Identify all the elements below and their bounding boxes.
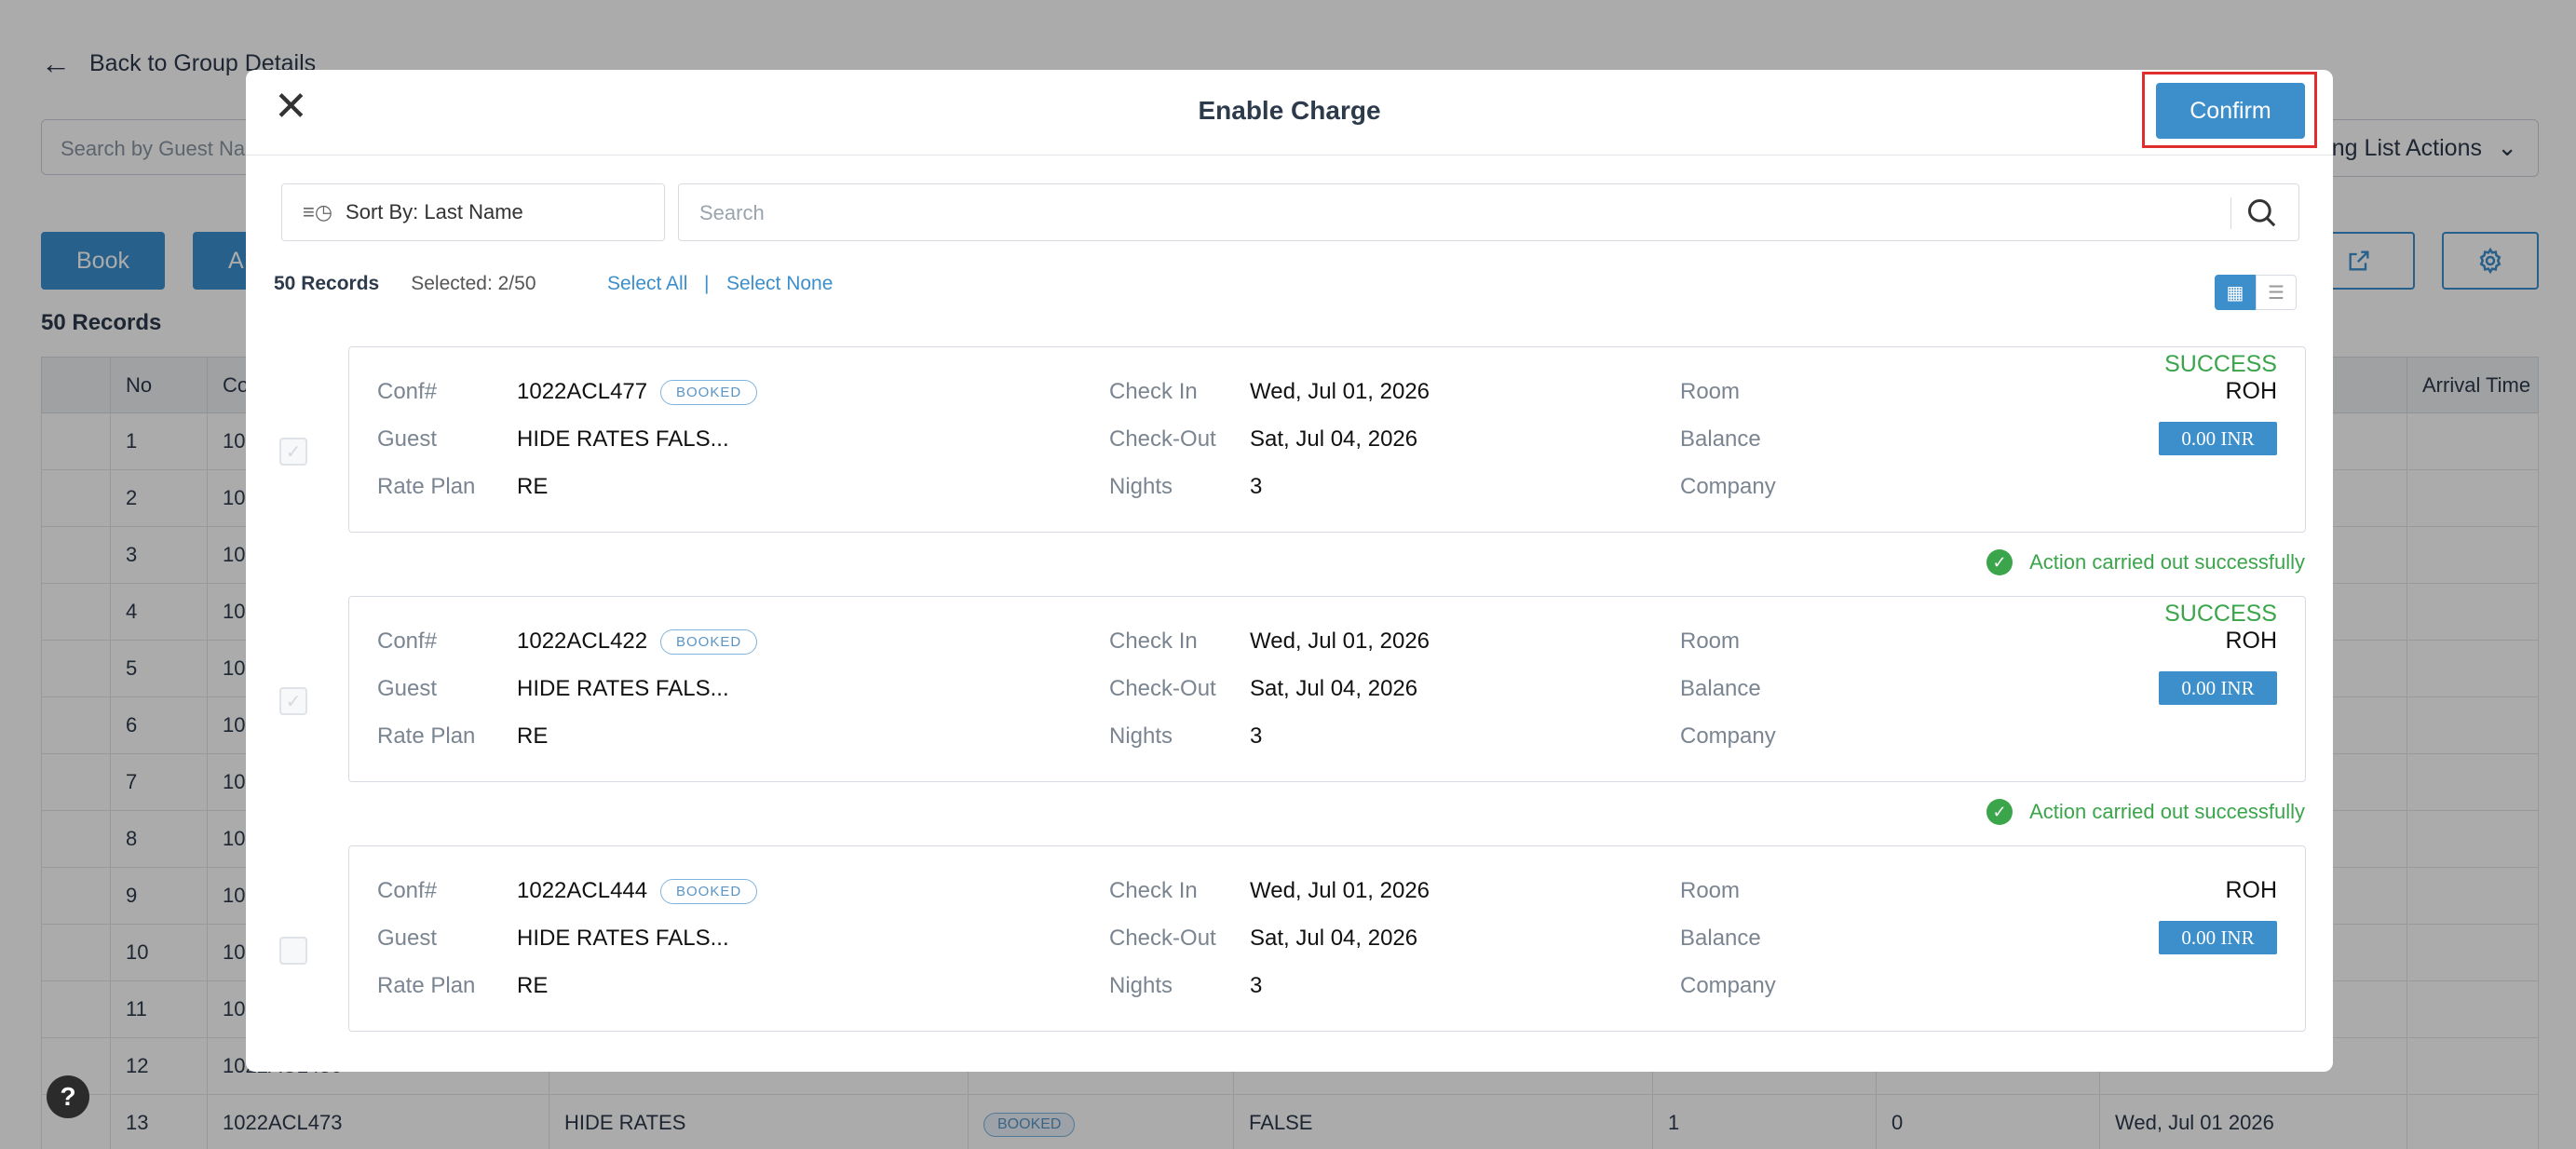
modal-header: ✕ Enable Charge Confirm [246,70,2333,155]
search-divider [2230,197,2231,229]
success-message-text: Action carried out successfully [2029,800,2305,823]
check-in-date: Wed, Jul 01, 2026 [1250,629,1430,654]
nights-label: Nights [1109,474,1173,499]
balance-badge: 0.00 INR [2159,671,2277,705]
company-label: Company [1680,723,1776,749]
guest-label: Guest [377,926,438,951]
company-label: Company [1680,973,1776,998]
record-card[interactable]: Conf# Guest Rate Plan 1022ACL422 BOOKED HIDE … [348,596,2306,782]
search-input[interactable]: Search [678,183,2299,241]
check-in-date: Wed, Jul 01, 2026 [1250,878,1430,903]
view-toggle: ▦ ☰ [2215,275,2297,310]
record-checkbox[interactable] [279,937,307,965]
rate-plan-value: RE [517,723,549,749]
search-placeholder: Search [699,201,765,224]
check-out-date: Sat, Jul 04, 2026 [1250,926,1418,951]
select-none-link[interactable]: Select None [726,273,833,295]
guest-label: Guest [377,426,438,452]
rate-plan-value: RE [517,973,549,998]
record-card[interactable]: Conf# Guest Rate Plan 1022ACL477 BOOKED HIDE … [348,346,2306,533]
balance-badge: 0.00 INR [2159,921,2277,954]
nights-value: 3 [1250,973,1263,998]
room-value: ROH [2225,628,2277,654]
sort-icon: ≡◷ [303,200,333,223]
modal-title: Enable Charge [1198,96,1381,125]
conf-number: 1022ACL422 [517,629,648,654]
nights-label: Nights [1109,723,1173,749]
list-view-icon[interactable]: ☰ [2256,275,2297,310]
nights-label: Nights [1109,973,1173,998]
balance-badge: 0.00 INR [2159,422,2277,455]
room-label: Room [1680,629,1741,654]
check-in-label: Check In [1109,379,1198,404]
check-out-date: Sat, Jul 04, 2026 [1250,676,1418,701]
nights-value: 3 [1250,723,1263,749]
check-out-label: Check-Out [1109,926,1216,951]
conf-label: Conf# [377,629,438,654]
conf-number: 1022ACL444 [517,878,648,903]
link-separator: | [704,273,710,294]
room-value: ROH [2225,378,2277,404]
help-button[interactable]: ? [47,1075,89,1118]
status-badge: BOOKED [660,879,758,904]
room-value: ROH [2225,877,2277,903]
confirm-button[interactable]: Confirm [2156,83,2305,139]
balance-label: Balance [1680,426,1761,452]
sort-by-dropdown[interactable]: ≡◷ Sort By: Last Name [281,183,665,241]
check-in-date: Wed, Jul 01, 2026 [1250,379,1430,404]
rate-plan-label: Rate Plan [377,723,476,749]
guest-name: HIDE RATES FALS... [517,676,729,701]
check-out-label: Check-Out [1109,426,1216,452]
status-badge: BOOKED [660,629,758,655]
room-label: Room [1680,878,1741,903]
check-out-date: Sat, Jul 04, 2026 [1250,426,1418,452]
balance-label: Balance [1680,676,1761,701]
conf-label: Conf# [377,878,438,903]
record-checkbox[interactable]: ✓ [279,438,307,466]
status-badge: BOOKED [660,380,758,405]
result-status: SUCCESS [2164,601,2277,627]
search-icon[interactable] [2243,194,2280,231]
nights-value: 3 [1250,474,1263,499]
record-checkbox[interactable]: ✓ [279,687,307,715]
grid-view-icon[interactable]: ▦ [2215,275,2256,310]
check-out-label: Check-Out [1109,676,1216,701]
records-count: 50 Records [274,273,380,294]
room-label: Room [1680,379,1741,404]
success-message: ✓ Action carried out successfully [1986,549,2305,575]
balance-label: Balance [1680,926,1761,951]
rate-plan-value: RE [517,474,549,499]
enable-charge-modal: ✕ Enable Charge Confirm ≡◷ Sort By: Last… [246,70,2333,1072]
success-message: ✓ Action carried out successfully [1986,799,2305,825]
selected-count: Selected: 2/50 [411,273,536,294]
result-status: SUCCESS [2164,351,2277,377]
company-label: Company [1680,474,1776,499]
check-circle-icon: ✓ [1986,549,2013,575]
success-message-text: Action carried out successfully [2029,550,2305,574]
guest-name: HIDE RATES FALS... [517,926,729,951]
conf-label: Conf# [377,379,438,404]
guest-name: HIDE RATES FALS... [517,426,729,452]
rate-plan-label: Rate Plan [377,474,476,499]
select-all-link[interactable]: Select All [607,273,687,295]
check-in-label: Check In [1109,878,1198,903]
record-card[interactable]: Conf# Guest Rate Plan 1022ACL444 BOOKED HIDE … [348,845,2306,1032]
conf-number: 1022ACL477 [517,379,648,404]
sort-label: Sort By: Last Name [346,200,523,223]
check-in-label: Check In [1109,629,1198,654]
check-circle-icon: ✓ [1986,799,2013,825]
selection-bar: 50 Records Selected: 2/50 Select All | S… [274,273,833,295]
rate-plan-label: Rate Plan [377,973,476,998]
guest-label: Guest [377,676,438,701]
